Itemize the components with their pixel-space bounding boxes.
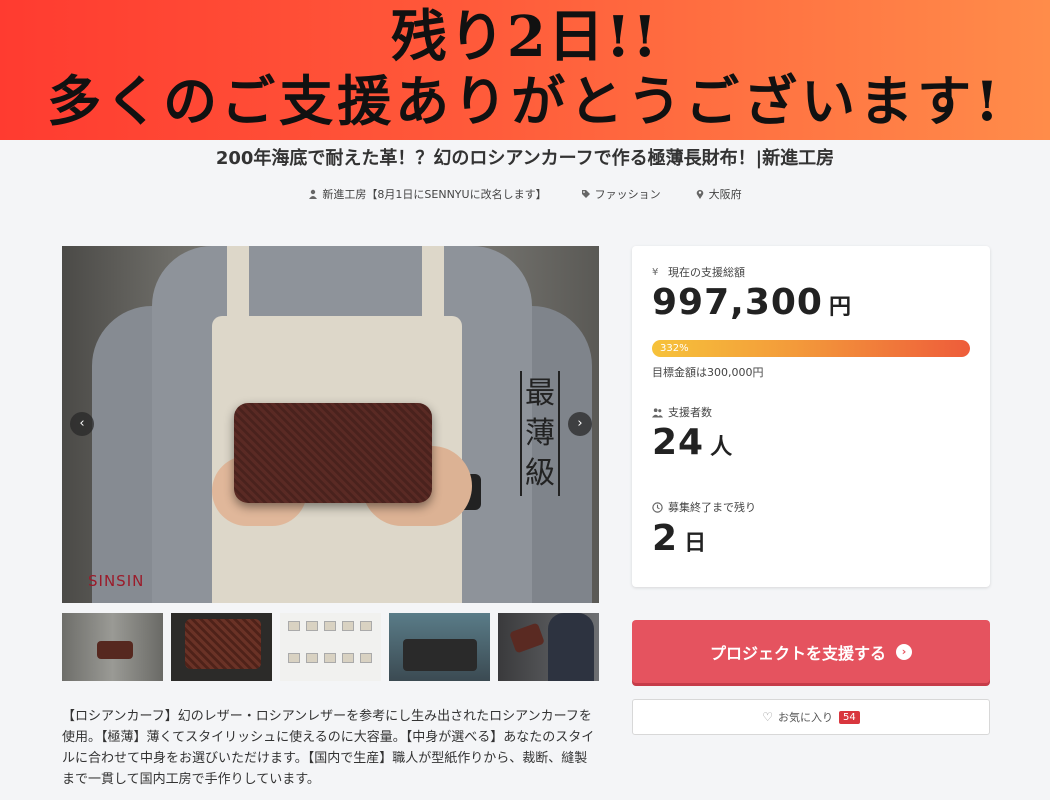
location-name: 大阪府: [708, 188, 742, 201]
owner-link[interactable]: 新進工房【8月1日にSENNYUに改名します】: [308, 186, 547, 202]
thumbnail-3[interactable]: [280, 613, 381, 681]
clock-icon: [652, 501, 663, 513]
support-project-button[interactable]: プロジェクトを支援する ›: [632, 620, 990, 683]
location-link[interactable]: 大阪府: [695, 186, 742, 202]
project-title: 200年海底で耐えた革！？幻のロシアンカーフで作る極薄長財布！|新進工房: [215, 148, 835, 169]
thumbnail-2[interactable]: [171, 613, 272, 681]
project-description: 【ロシアンカーフ】幻のレザー・ロシアンレザーを参考にし生み出されたロシアンカーフ…: [62, 709, 595, 787]
total-label: ¥ 現在の支援総額: [652, 266, 745, 279]
remaining-label: 募集終了まで残り: [652, 499, 756, 515]
promo-banner: 残り2日!! 多くのご支援ありがとうございます!: [0, 0, 1050, 140]
map-pin-icon: [696, 189, 703, 199]
remaining-days: 2日: [652, 518, 708, 559]
total-amount: 997,300 円: [652, 282, 852, 323]
project-meta: 新進工房【8月1日にSENNYUに改名します】 ファッション 大阪府: [0, 186, 1050, 202]
progress-bar: 332%: [652, 340, 970, 357]
category-name: ファッション: [594, 188, 661, 201]
favorite-label: お気に入り: [778, 711, 834, 724]
banner-line-2: 多くのご支援ありがとうございます!: [47, 69, 1003, 133]
owner-name: 新進工房【8月1日にSENNYUに改名します】: [322, 188, 547, 201]
tag-icon: [581, 190, 590, 198]
user-icon: [309, 189, 318, 199]
prev-image-button[interactable]: ‹: [70, 412, 94, 436]
progress-percent: 332%: [660, 343, 689, 354]
yen-icon: ¥: [652, 266, 659, 278]
banner-line-1: 残り2日!!: [390, 4, 660, 70]
main-image[interactable]: 最薄級 SINSIN ‹ ›: [62, 246, 599, 603]
users-icon: [652, 407, 663, 418]
backers-count: 24 人: [652, 422, 734, 463]
goal-amount: 目標金額は300,000円: [652, 366, 764, 379]
chevron-right-icon: ›: [577, 416, 583, 431]
favorite-button[interactable]: ♡ お気に入り 54: [632, 699, 990, 735]
wallet-photo: [234, 403, 432, 503]
brand-logo: SINSIN: [88, 572, 145, 590]
next-image-button[interactable]: ›: [568, 412, 592, 436]
thumbnail-5[interactable]: [498, 613, 599, 681]
chevron-left-icon: ‹: [79, 416, 85, 431]
favorite-count-badge: 54: [839, 710, 860, 724]
support-button-label: プロジェクトを支援する: [709, 643, 886, 663]
backers-label: 支援者数: [652, 404, 712, 420]
thumbnail-strip: [62, 613, 599, 681]
thumbnail-1[interactable]: [62, 613, 163, 681]
arrow-right-icon: ›: [896, 643, 912, 660]
category-link[interactable]: ファッション: [581, 186, 661, 202]
heart-icon: ♡: [762, 710, 774, 724]
thumbnail-4[interactable]: [389, 613, 490, 681]
stamp-text: 最薄級: [520, 371, 560, 496]
funding-stats-panel: ¥ 現在の支援総額 997,300 円 332% 目標金額は300,000円 支援…: [632, 246, 990, 587]
